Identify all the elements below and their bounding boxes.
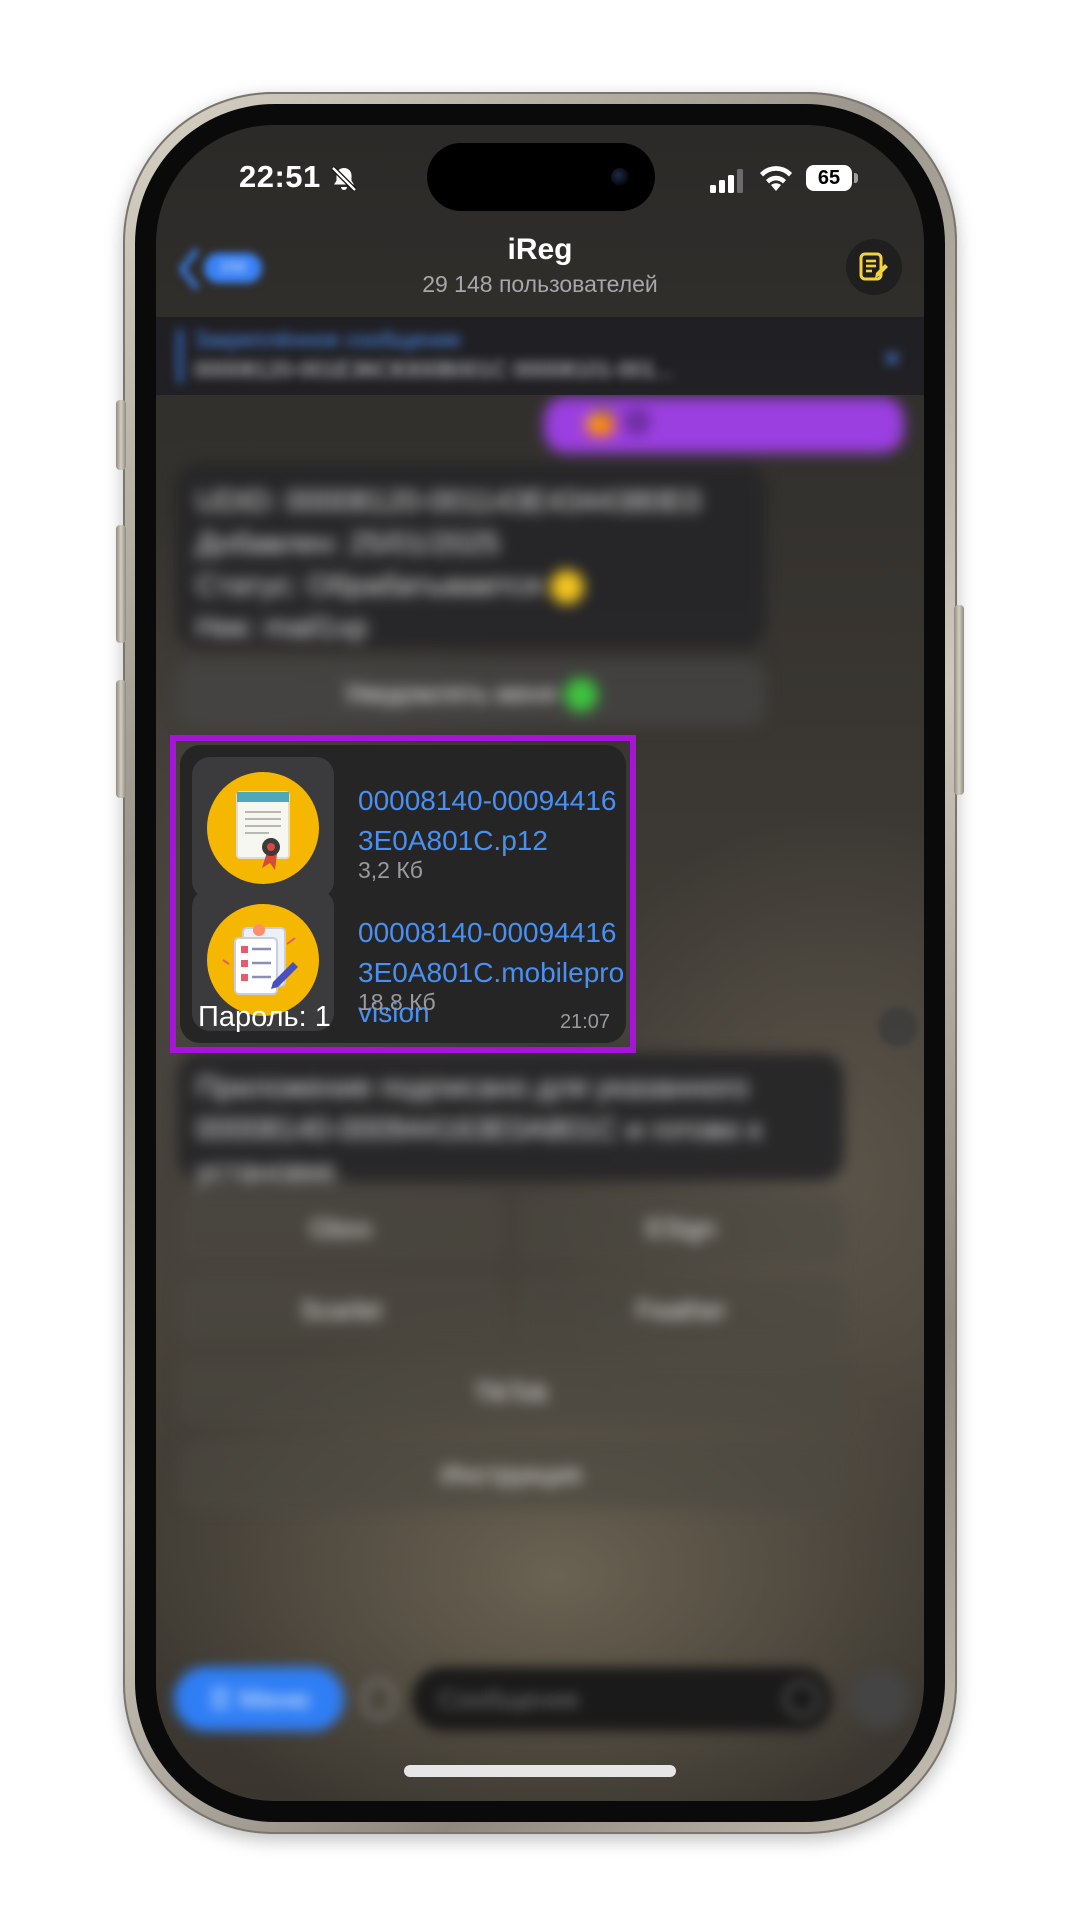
status-line: UDID: 00008120-001143E4344380E0	[196, 485, 701, 518]
green-circle-icon	[563, 678, 598, 713]
status-message: UDID: 00008120-001143E4344380E0 Добавлен…	[176, 463, 766, 648]
status-line: Ник: mail1xp	[196, 611, 368, 644]
certificate-icon	[236, 791, 290, 870]
keyboard-button-esign[interactable]: ESign	[518, 1193, 844, 1263]
file-size: 3,2 Кб	[358, 857, 423, 883]
outgoing-emojis: 🍊 😊	[584, 407, 651, 437]
share-icon[interactable]	[878, 1007, 918, 1047]
volume-down-button	[116, 680, 126, 798]
file-name-link[interactable]: 00008140-000944163E0A801C.p12	[358, 781, 628, 861]
paperclip-icon[interactable]	[362, 1679, 396, 1719]
bell-slash-icon	[331, 166, 357, 192]
pinned-message-bar[interactable]: Закреплённое сообщение 00008120-001E36C8…	[156, 317, 924, 395]
home-indicator[interactable]	[404, 1765, 676, 1777]
status-time: 22:51	[239, 159, 321, 194]
pinned-title: Закреплённое сообщение	[194, 327, 461, 352]
chat-subtitle: 29 148 пользователей	[422, 271, 658, 297]
file-attachment[interactable]: 00008140-000944163E0A801C.p12 3,2 Кб	[192, 757, 622, 905]
phone-screen: 22:51 65 150 iReg 29 148 пользователей З…	[156, 125, 924, 1801]
message-input[interactable]	[412, 1667, 832, 1731]
message-caption: Пароль: 1	[198, 1001, 331, 1033]
file-message: 00008140-000944163E0A801C.p12 3,2 Кб 000…	[180, 745, 626, 1043]
status-line: Добавлен: 25/01/2025	[196, 527, 500, 560]
notify-me-label: Уведомлять меня	[344, 678, 557, 708]
menu-button[interactable]: ☰ Меню	[174, 1667, 344, 1731]
chat-title[interactable]: iReg	[156, 233, 924, 267]
battery-level: 65	[806, 165, 852, 191]
microphone-icon[interactable]	[850, 1669, 910, 1729]
status-line: Статус: Обрабатывается	[196, 569, 542, 602]
front-camera	[611, 168, 629, 186]
checklist-document-icon	[222, 924, 298, 995]
keyboard-button-feather[interactable]: Feather	[518, 1275, 844, 1345]
action-button	[116, 400, 126, 470]
pinned-accent-line	[178, 329, 182, 383]
signal-icon	[710, 169, 743, 193]
keyboard-button-tiktok[interactable]: TikTok	[178, 1357, 844, 1427]
sticker-icon[interactable]	[784, 1681, 820, 1717]
power-button	[954, 605, 964, 795]
pinned-text: 00008120-001E36C8300B001C 00008101-001..…	[194, 357, 674, 382]
keyboard-button-scarlet[interactable]: Scarlet	[178, 1275, 504, 1345]
notify-me-button[interactable]: Уведомлять меня	[176, 660, 766, 726]
file-size: 18,8 Кб	[358, 989, 436, 1015]
battery-icon: 65	[806, 165, 858, 191]
keyboard-button-gbox[interactable]: Gbox	[178, 1193, 504, 1263]
volume-up-button	[116, 525, 126, 643]
file-thumbnail[interactable]	[192, 757, 334, 899]
yellow-circle-icon	[550, 570, 585, 605]
message-time: 21:07	[559, 1011, 610, 1033]
note-edit-button[interactable]	[846, 239, 902, 295]
note-edit-icon	[859, 252, 888, 281]
wifi-icon	[760, 166, 792, 191]
message-composer: ☰ Меню	[156, 1661, 924, 1741]
outgoing-message: 🍊 😊	[544, 397, 904, 453]
dynamic-island	[427, 143, 655, 211]
chat-header: 150 iReg 29 148 пользователей	[156, 225, 924, 315]
close-icon[interactable]: ✕	[882, 345, 902, 374]
signed-message: Приложение подписано для указанного 0000…	[178, 1053, 844, 1188]
keyboard-button-instructions[interactable]: Инструкция	[178, 1439, 844, 1509]
highlight-frame: 00008140-000944163E0A801C.p12 3,2 Кб 000…	[170, 735, 636, 1053]
